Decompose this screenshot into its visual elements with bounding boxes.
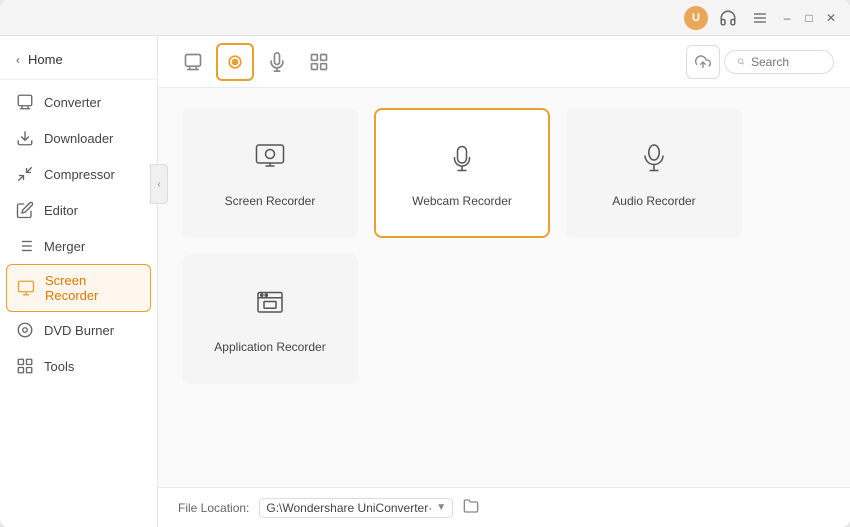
card-screen-recorder[interactable]: Screen Recorder — [182, 108, 358, 238]
toolbar-tab-record[interactable] — [216, 43, 254, 81]
title-bar: U – □ ✕ — [0, 0, 850, 36]
dvd-burner-label: DVD Burner — [44, 323, 114, 338]
toolbar-tab-apps[interactable] — [300, 43, 338, 81]
audio-recorder-card-label: Audio Recorder — [612, 194, 695, 208]
downloader-icon — [16, 129, 34, 147]
close-button[interactable]: ✕ — [824, 11, 838, 25]
main-layout: ‹ Home Converter — [0, 36, 850, 527]
app-window: U – □ ✕ — [0, 0, 850, 527]
content-area: Screen Recorder Webcam Recorde — [158, 36, 850, 527]
cards-row-1: Screen Recorder Webcam Recorde — [182, 108, 826, 238]
file-location-select[interactable]: G:\Wondershare UniConverter· ▼ — [259, 498, 453, 518]
application-recorder-card-label: Application Recorder — [214, 340, 325, 354]
webcam-recorder-card-icon — [444, 139, 480, 182]
screen-recorder-label: Screen Recorder — [45, 273, 140, 303]
cards-container: Screen Recorder Webcam Recorde — [158, 88, 850, 487]
sidebar-item-screen-recorder[interactable]: Screen Recorder — [6, 264, 151, 312]
sidebar-divider — [0, 79, 157, 80]
search-box[interactable] — [724, 50, 834, 74]
converter-label: Converter — [44, 95, 101, 110]
home-label: Home — [28, 52, 63, 67]
editor-icon — [16, 201, 34, 219]
sidebar-item-converter[interactable]: Converter — [0, 84, 157, 120]
compressor-icon — [16, 165, 34, 183]
sidebar-collapse-button[interactable]: ‹ — [150, 164, 168, 204]
sidebar-item-merger[interactable]: Merger — [0, 228, 157, 264]
upload-button[interactable] — [686, 45, 720, 79]
toolbar-tab-webcam[interactable] — [258, 43, 296, 81]
minimize-button[interactable]: – — [780, 11, 794, 25]
chevron-down-icon: ▼ — [436, 502, 446, 513]
search-input[interactable] — [751, 55, 821, 69]
editor-label: Editor — [44, 203, 78, 218]
open-folder-icon[interactable] — [463, 498, 479, 517]
file-location-label: File Location: — [178, 501, 249, 515]
back-arrow-icon: ‹ — [16, 53, 20, 67]
application-recorder-card-icon — [252, 285, 288, 328]
hamburger-icon[interactable] — [748, 6, 772, 30]
tools-label: Tools — [44, 359, 74, 374]
sidebar-item-dvd-burner[interactable]: DVD Burner — [0, 312, 157, 348]
sidebar-item-editor[interactable]: Editor — [0, 192, 157, 228]
sidebar: ‹ Home Converter — [0, 36, 158, 527]
cards-row-2: Application Recorder — [182, 254, 826, 384]
audio-recorder-card-icon — [636, 139, 672, 182]
card-webcam-recorder[interactable]: Webcam Recorder — [374, 108, 550, 238]
headset-icon[interactable] — [716, 6, 740, 30]
screen-recorder-card-label: Screen Recorder — [225, 194, 316, 208]
file-location-value: G:\Wondershare UniConverter· — [266, 501, 432, 515]
sidebar-item-downloader[interactable]: Downloader — [0, 120, 157, 156]
converter-icon — [16, 93, 34, 111]
tools-icon — [16, 357, 34, 375]
card-application-recorder[interactable]: Application Recorder — [182, 254, 358, 384]
sidebar-item-compressor[interactable]: Compressor — [0, 156, 157, 192]
title-bar-controls: U – □ ✕ — [684, 6, 838, 30]
screen-recorder-card-icon — [252, 139, 288, 182]
sidebar-item-tools[interactable]: Tools — [0, 348, 157, 384]
toolbar-tab-convert[interactable] — [174, 43, 212, 81]
top-toolbar — [158, 36, 850, 88]
maximize-button[interactable]: □ — [802, 11, 816, 25]
webcam-recorder-card-label: Webcam Recorder — [412, 194, 512, 208]
downloader-label: Downloader — [44, 131, 113, 146]
dvd-burner-icon — [16, 321, 34, 339]
screen-recorder-icon — [17, 279, 35, 297]
bottom-bar: File Location: G:\Wondershare UniConvert… — [158, 487, 850, 527]
user-avatar[interactable]: U — [684, 6, 708, 30]
card-audio-recorder[interactable]: Audio Recorder — [566, 108, 742, 238]
sidebar-home[interactable]: ‹ Home — [0, 44, 157, 75]
merger-icon — [16, 237, 34, 255]
merger-label: Merger — [44, 239, 85, 254]
compressor-label: Compressor — [44, 167, 115, 182]
